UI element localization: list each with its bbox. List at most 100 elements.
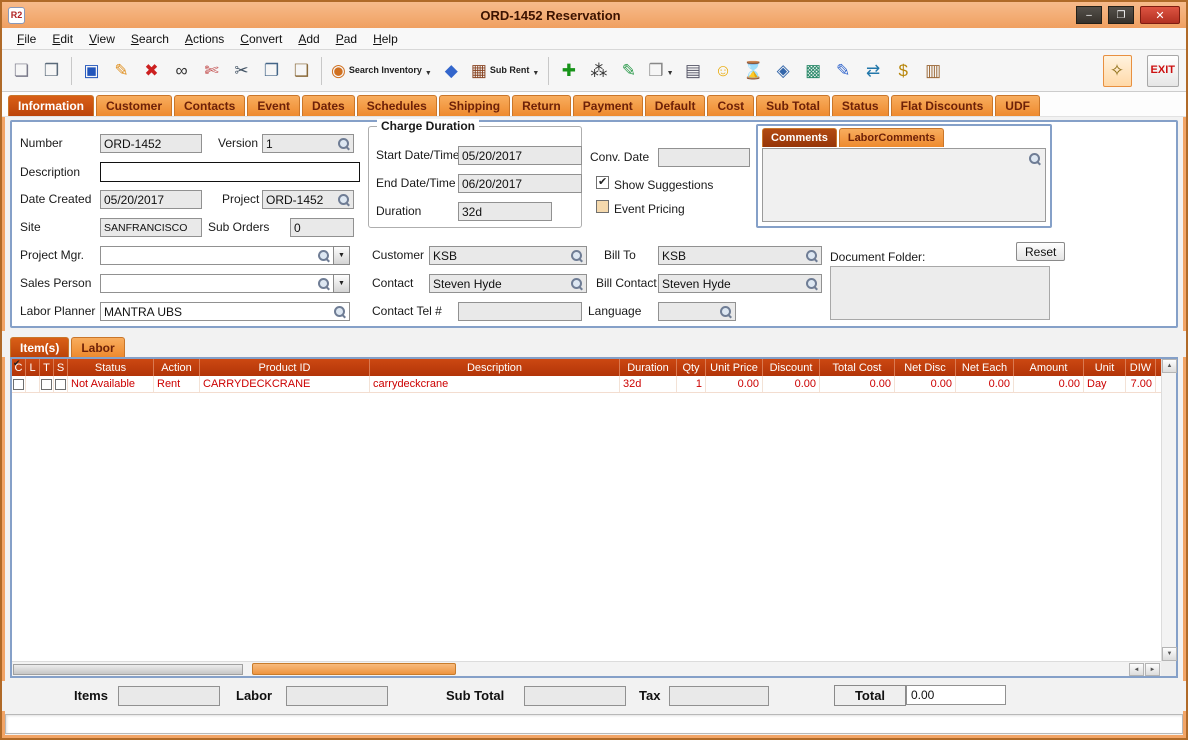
- tab-item-s[interactable]: Item(s): [10, 337, 70, 357]
- project-mgr-field[interactable]: [100, 246, 334, 265]
- col-total-cost[interactable]: Total Cost: [820, 359, 895, 376]
- conv-date-field[interactable]: [658, 148, 750, 167]
- col-amount[interactable]: Amount: [1014, 359, 1084, 376]
- site-field[interactable]: SANFRANCISCO: [100, 218, 202, 237]
- comments-search-icon[interactable]: [1028, 152, 1041, 165]
- search-inventory-button[interactable]: ◉ Search Inventory: [327, 55, 436, 87]
- cell-l[interactable]: [26, 376, 40, 392]
- customer-field[interactable]: KSB: [429, 246, 587, 265]
- delete-button[interactable]: ✖: [137, 55, 166, 87]
- tab-comments[interactable]: Comments: [762, 128, 837, 147]
- cell-product-id[interactable]: CARRYDECKCRANE: [200, 376, 370, 392]
- col-l[interactable]: L: [26, 359, 40, 376]
- bill-to-search-icon[interactable]: [805, 249, 818, 262]
- cell-action[interactable]: Rent: [154, 376, 200, 392]
- sales-person-dropdown-icon[interactable]: [333, 274, 350, 293]
- language-search-icon[interactable]: [719, 305, 732, 318]
- copy-button[interactable]: ❐: [257, 55, 286, 87]
- col-discount[interactable]: Discount: [763, 359, 820, 376]
- labor-total-field[interactable]: [286, 686, 388, 706]
- tab-udf[interactable]: UDF: [995, 95, 1040, 116]
- number-field[interactable]: ORD-1452: [100, 134, 202, 153]
- cell-c[interactable]: [12, 376, 26, 392]
- cell-t[interactable]: [40, 376, 54, 392]
- title-bar[interactable]: R2 ORD-1452 Reservation – ❐ ✕: [2, 2, 1186, 28]
- cell-net-each[interactable]: 0.00: [956, 376, 1014, 392]
- tab-labor[interactable]: Labor: [71, 337, 125, 357]
- horizontal-scroll-thumb[interactable]: [252, 663, 456, 675]
- menu-actions[interactable]: Actions: [178, 30, 231, 48]
- tab-default[interactable]: Default: [644, 95, 706, 116]
- project-search-icon[interactable]: [337, 193, 350, 206]
- print-button[interactable]: ❒: [37, 55, 66, 87]
- project-field[interactable]: ORD-1452: [262, 190, 354, 209]
- sub-rent-dropdown-icon[interactable]: [532, 62, 539, 80]
- col-net-disc[interactable]: Net Disc: [895, 359, 956, 376]
- add-item-button[interactable]: ✚: [554, 55, 583, 87]
- event-pricing-checkbox[interactable]: [596, 200, 609, 213]
- document-folder-box[interactable]: [830, 266, 1050, 320]
- subtotal-field[interactable]: [524, 686, 626, 706]
- cell-s[interactable]: [54, 376, 68, 392]
- tab-return[interactable]: Return: [512, 95, 571, 116]
- cell-qty[interactable]: 1: [677, 376, 706, 392]
- menu-help[interactable]: Help: [366, 30, 405, 48]
- date-created-field[interactable]: 05/20/2017: [100, 190, 202, 209]
- show-suggestions-checkbox[interactable]: [596, 175, 609, 189]
- description-field[interactable]: [100, 162, 360, 182]
- save-button[interactable]: ▣: [77, 55, 106, 87]
- col-unit[interactable]: Unit: [1084, 359, 1126, 376]
- cell-discount[interactable]: 0.00: [763, 376, 820, 392]
- row-checkbox[interactable]: [55, 378, 66, 390]
- tab-event[interactable]: Event: [247, 95, 301, 116]
- contact-field[interactable]: Steven Hyde: [429, 274, 587, 293]
- edit-item-button[interactable]: ✎: [614, 55, 643, 87]
- col-diw[interactable]: DIW: [1126, 359, 1156, 376]
- sales-person-search-icon[interactable]: [317, 277, 330, 290]
- col-net-each[interactable]: Net Each: [956, 359, 1014, 376]
- items-total-field[interactable]: [118, 686, 220, 706]
- cell-net-disc[interactable]: 0.00: [895, 376, 956, 392]
- menu-view[interactable]: View: [82, 30, 122, 48]
- notes-button[interactable]: ✎: [829, 55, 858, 87]
- sub-rent-button[interactable]: ▦ Sub Rent: [467, 55, 544, 87]
- comments-box[interactable]: [762, 148, 1046, 222]
- duplicate-dropdown-icon[interactable]: [667, 62, 674, 80]
- labor-planner-search-icon[interactable]: [333, 305, 346, 318]
- scroll-down-icon[interactable]: [1162, 647, 1177, 661]
- col-duration[interactable]: Duration: [620, 359, 677, 376]
- find-button[interactable]: ∞: [167, 55, 196, 87]
- availability-button[interactable]: ⌛: [739, 55, 768, 87]
- inventory-cubes-button[interactable]: ▩: [799, 55, 828, 87]
- tab-status[interactable]: Status: [831, 95, 889, 116]
- tab-sub-total[interactable]: Sub Total: [756, 95, 830, 116]
- scroll-up-icon[interactable]: [1162, 359, 1177, 373]
- new-button[interactable]: ❏: [7, 55, 36, 87]
- cell-duration[interactable]: 32d: [620, 376, 677, 392]
- bill-contact-field[interactable]: Steven Hyde: [658, 274, 822, 293]
- tax-field[interactable]: [669, 686, 769, 706]
- maximize-button[interactable]: ❐: [1108, 6, 1134, 24]
- pricing-button[interactable]: $: [889, 55, 918, 87]
- version-field[interactable]: 1: [262, 134, 354, 153]
- menu-add[interactable]: Add: [291, 30, 326, 48]
- end-date-field[interactable]: 06/20/2017: [458, 174, 582, 193]
- scroll-left-icon[interactable]: [1129, 663, 1144, 676]
- tab-contacts[interactable]: Contacts: [174, 95, 246, 116]
- cell-amount[interactable]: 0.00: [1014, 376, 1084, 392]
- col-s[interactable]: S: [54, 359, 68, 376]
- search-inventory-dropdown-icon[interactable]: [425, 62, 432, 80]
- sales-person-field[interactable]: [100, 274, 334, 293]
- contact-tel-field[interactable]: [458, 302, 582, 321]
- tab-flat-discounts[interactable]: Flat Discounts: [890, 95, 994, 116]
- tab-cost[interactable]: Cost: [707, 95, 755, 116]
- cell-status[interactable]: Not Available: [68, 376, 154, 392]
- tab-payment[interactable]: Payment: [572, 95, 643, 116]
- col-product-id[interactable]: Product ID: [200, 359, 370, 376]
- row-checkbox[interactable]: [41, 378, 52, 390]
- cell-description[interactable]: carrydeckcrane: [370, 376, 620, 392]
- tab-customer[interactable]: Customer: [96, 95, 173, 116]
- sub-orders-field[interactable]: 0: [290, 218, 354, 237]
- find-special-button[interactable]: ✄: [197, 55, 226, 87]
- tab-laborcomments[interactable]: LaborComments: [838, 128, 945, 147]
